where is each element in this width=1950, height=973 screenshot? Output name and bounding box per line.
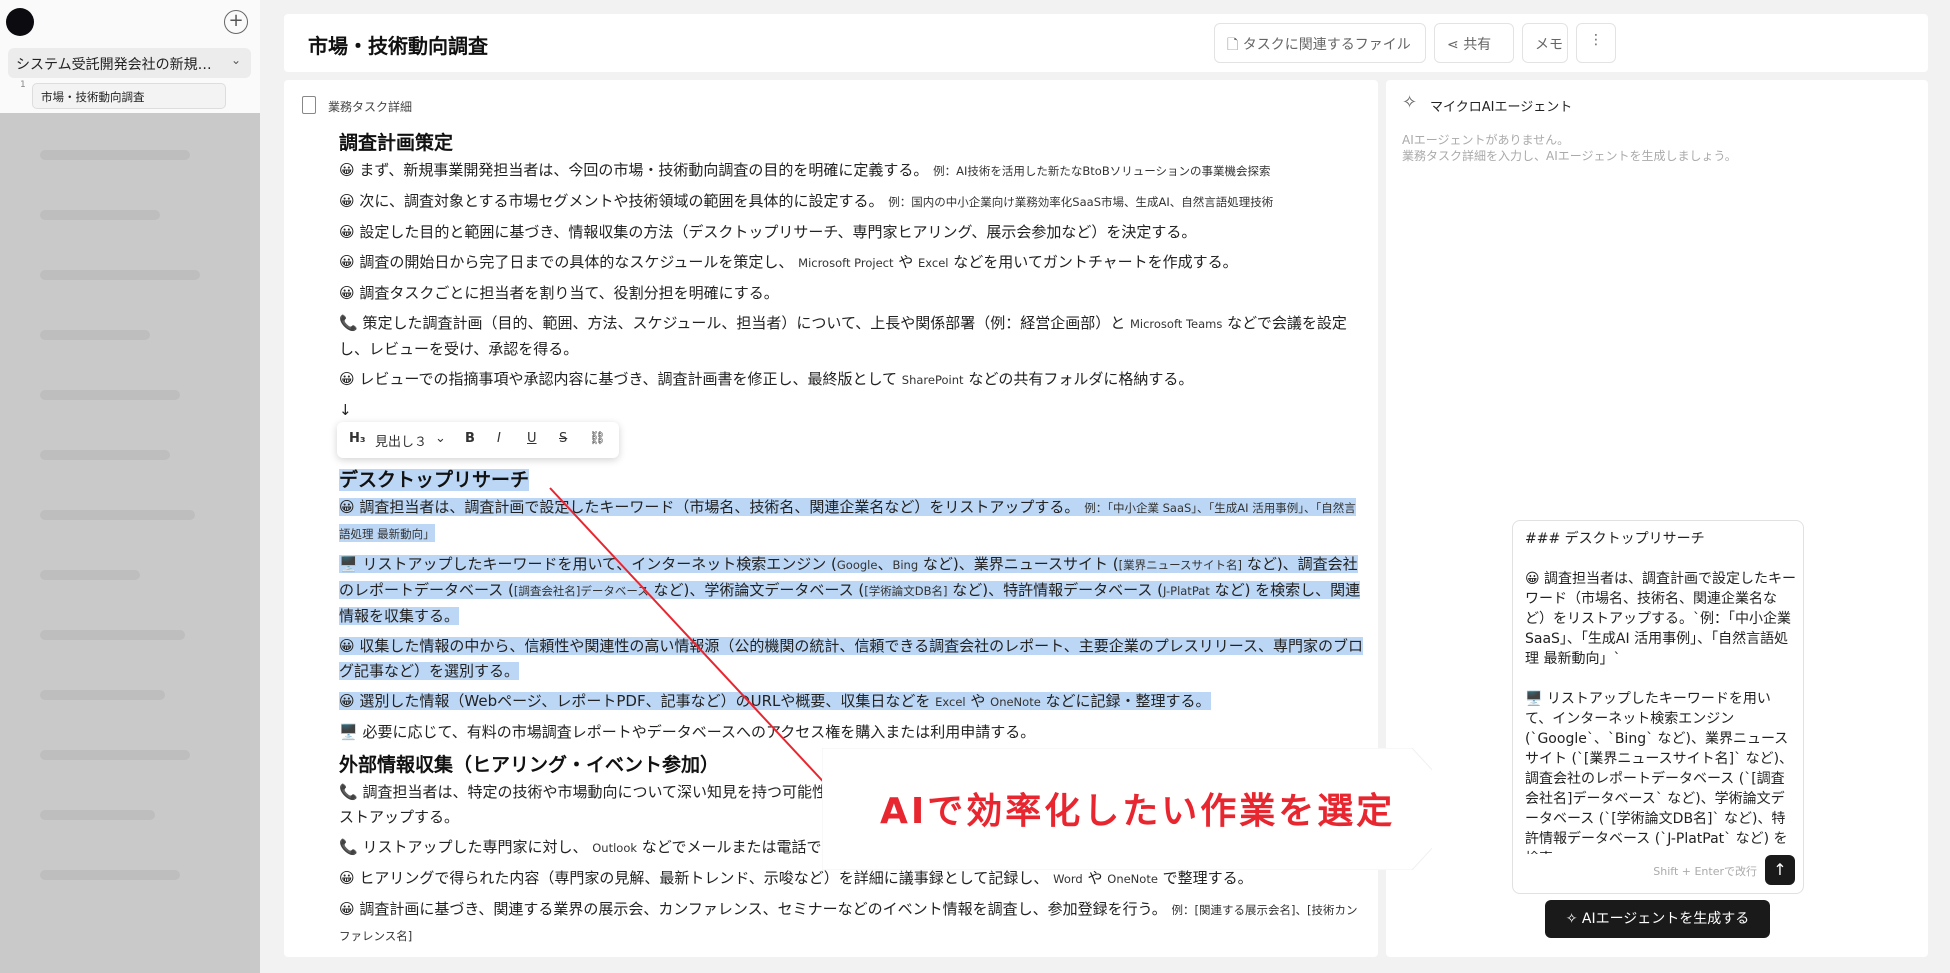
callout: AIで効率化したい作業を選定 [822, 748, 1432, 870]
callout-text: AIで効率化したい作業を選定 [880, 791, 1396, 832]
arrow-line-shape [549, 487, 846, 806]
